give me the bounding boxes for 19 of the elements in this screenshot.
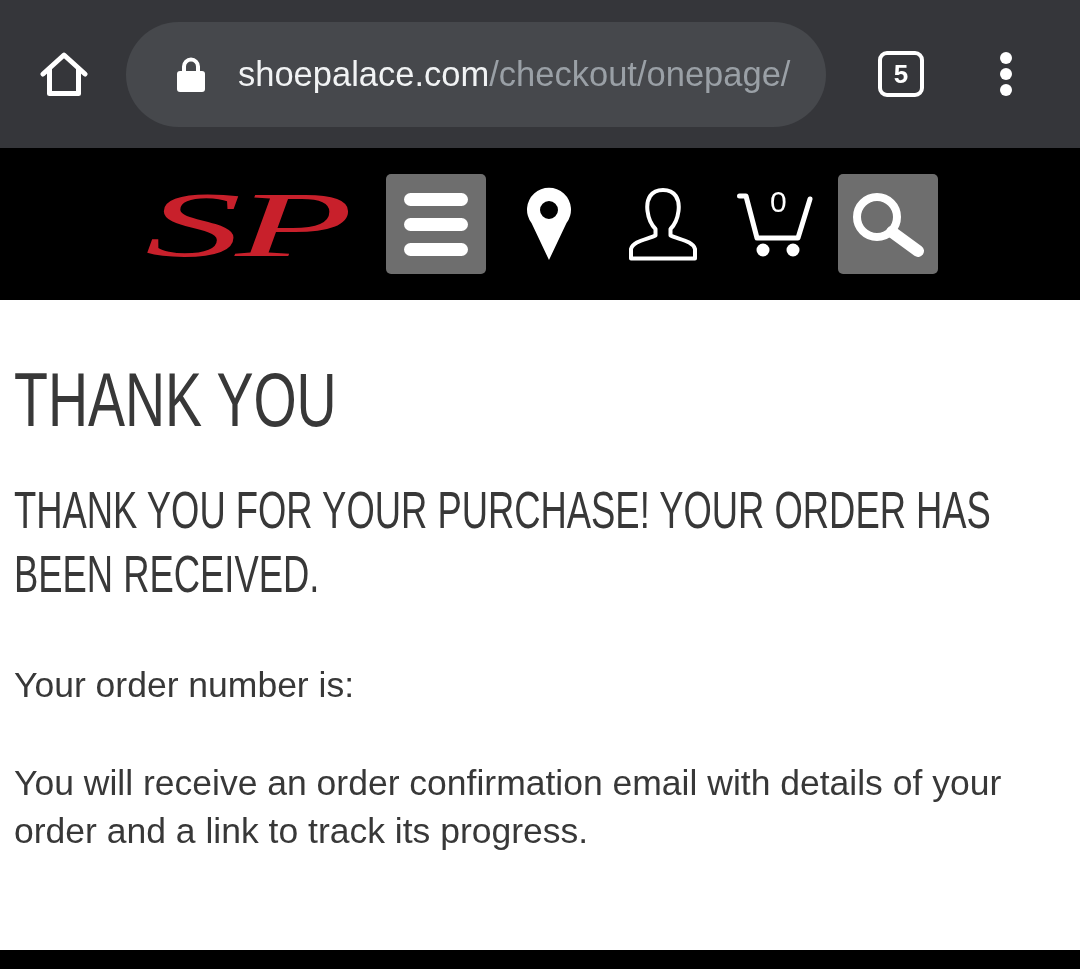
more-options-icon[interactable] xyxy=(1000,52,1012,96)
lock-icon xyxy=(176,56,206,92)
person-icon[interactable] xyxy=(628,187,698,261)
confirmation-heading: THANK YOU FOR YOUR PURCHASE! YOUR ORDER HAS BEEN RECEIVED. xyxy=(14,480,992,605)
search-icon xyxy=(850,190,926,258)
address-field[interactable]: shoepalace.com/checkout/onepage/ xyxy=(126,21,826,127)
menu-icon xyxy=(404,192,468,256)
menu-button[interactable] xyxy=(386,174,486,274)
search-button[interactable] xyxy=(838,174,938,274)
cart-icon xyxy=(737,191,813,257)
home-icon[interactable] xyxy=(40,51,88,97)
order-number-label: Your order number is: xyxy=(14,664,355,707)
page-title: THANK YOU xyxy=(14,362,337,438)
tab-count-button[interactable]: 5 xyxy=(878,51,924,97)
location-pin-icon[interactable] xyxy=(525,187,573,261)
cart-button[interactable]: 0 xyxy=(737,191,813,257)
confirmation-message: You will receive an order confirmation email with details of your order and a link to track its progress. xyxy=(14,762,1003,853)
url-text: shoepalace.com/checkout/onepage/ xyxy=(238,54,791,94)
logo[interactable]: SP xyxy=(145,187,347,261)
